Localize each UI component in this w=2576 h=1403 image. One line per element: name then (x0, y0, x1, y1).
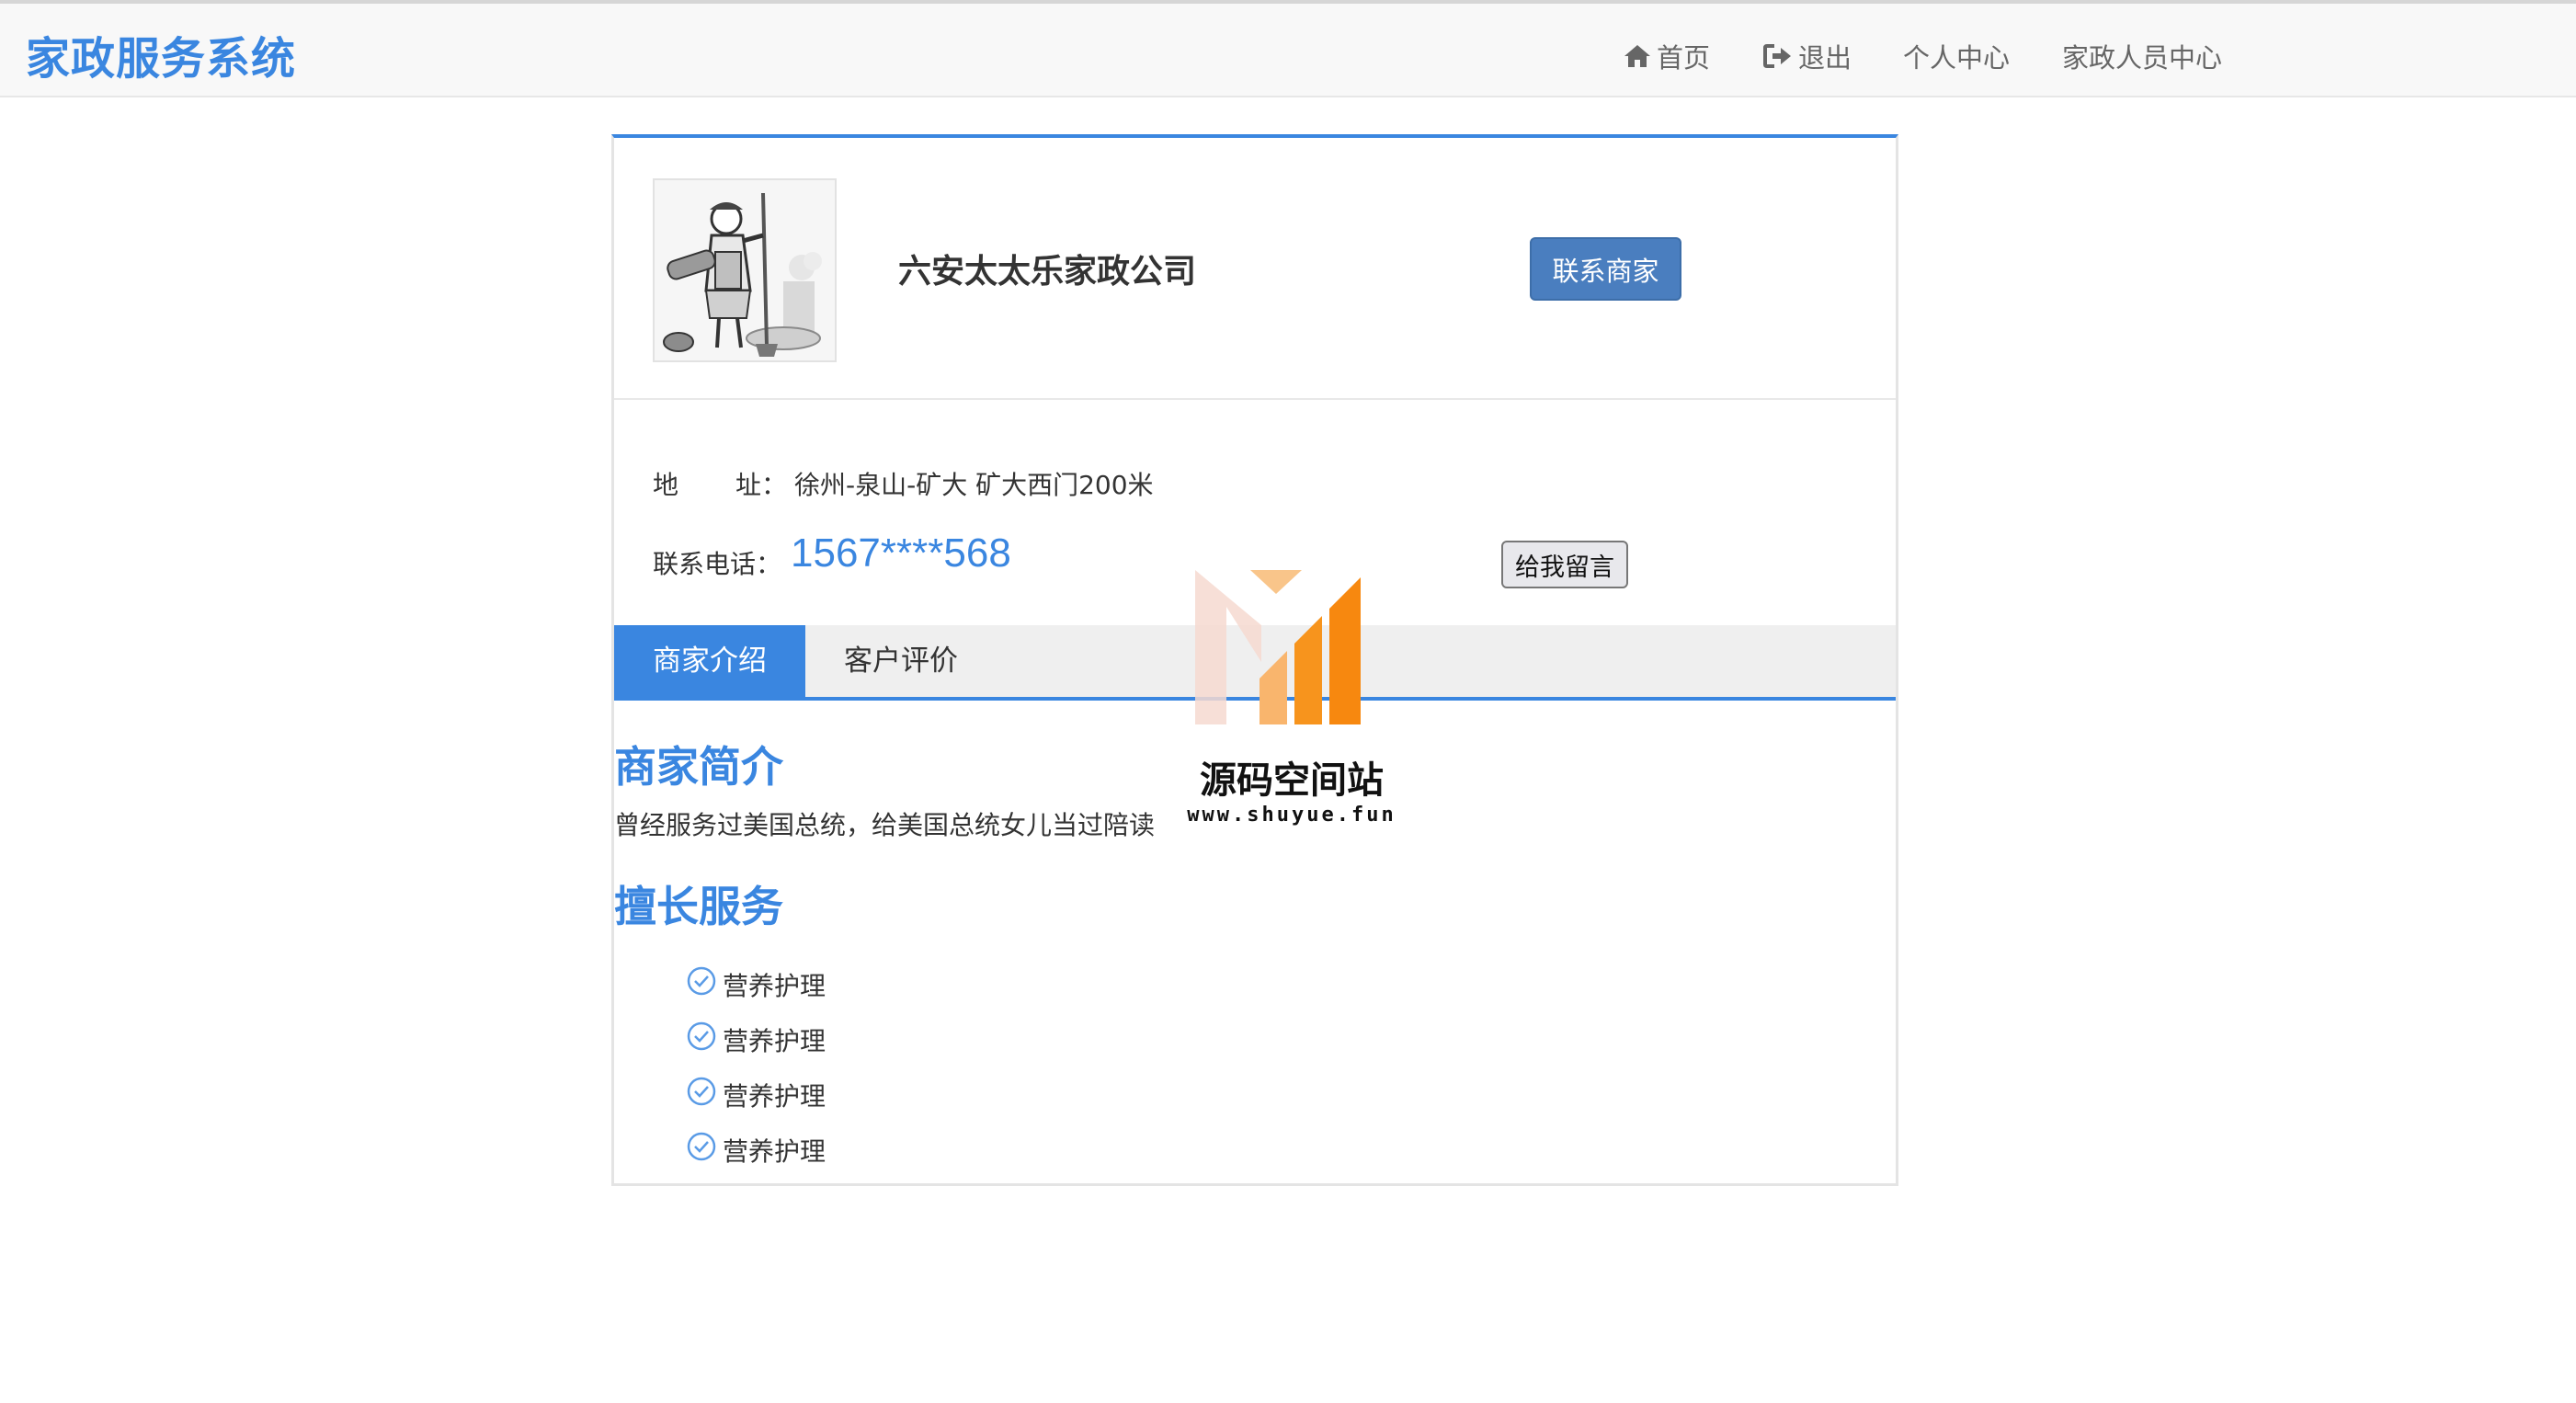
check-circle-icon (686, 1021, 717, 1058)
address-label: 地址： (653, 470, 788, 500)
check-circle-icon (686, 1076, 717, 1113)
company-name: 六安太太乐家政公司 (898, 253, 1197, 291)
nav-logout-link[interactable]: 退出 (1763, 37, 1852, 75)
brand-title[interactable]: 家政服务系统 (26, 22, 296, 86)
sign-out-icon (1763, 43, 1793, 69)
header-divider (614, 398, 1896, 400)
merchant-avatar (653, 178, 837, 362)
home-icon (1624, 43, 1651, 69)
contact-merchant-button[interactable]: 联系商家 (1530, 237, 1681, 301)
service-item-label: 营养护理 (723, 970, 826, 1001)
nav-home-link[interactable]: 首页 (1624, 37, 1710, 75)
nav-home-label: 首页 (1657, 42, 1711, 74)
nav-staff-center-label: 家政人员中心 (2062, 42, 2223, 74)
tab-customer-reviews[interactable]: 客户评价 (805, 625, 997, 697)
leave-message-button[interactable]: 给我留言 (1501, 541, 1628, 588)
nav-staff-center-link[interactable]: 家政人员中心 (2062, 37, 2222, 75)
intro-heading: 商家简介 (614, 742, 783, 792)
tab-bar: 商家介绍 客户评价 (614, 625, 1896, 701)
intro-text: 曾经服务过美国总统，给美国总统女儿当过陪读 (614, 810, 1156, 840)
service-item: 营养护理 (686, 1021, 826, 1058)
address-value: 徐州-泉山-矿大 矿大西门200米 (794, 470, 1154, 500)
phone-value: 1567****568 (791, 530, 1011, 576)
nav-personal-center-label: 个人中心 (1903, 42, 2011, 74)
service-item-label: 营养护理 (723, 1135, 826, 1167)
nav-personal-center-link[interactable]: 个人中心 (1903, 37, 2010, 75)
service-item: 营养护理 (686, 1131, 826, 1169)
nav-logout-label: 退出 (1798, 42, 1852, 74)
top-navbar: 家政服务系统 首页 退出 个人中心 家政人员中心 (0, 0, 2576, 97)
check-circle-icon (686, 965, 717, 1003)
services-heading: 擅长服务 (614, 882, 783, 931)
housekeeper-illustration (655, 180, 835, 360)
service-item-label: 营养护理 (723, 1025, 826, 1056)
service-item-label: 营养护理 (723, 1080, 826, 1112)
service-item: 营养护理 (686, 1076, 826, 1113)
tab-merchant-intro[interactable]: 商家介绍 (614, 625, 805, 697)
phone-label: 联系电话： (653, 549, 782, 579)
service-item: 营养护理 (686, 965, 826, 1003)
check-circle-icon (686, 1131, 717, 1169)
merchant-detail-panel: 六安太太乐家政公司 联系商家 地址： 徐州-泉山-矿大 矿大西门200米 联系电… (611, 134, 1898, 1186)
